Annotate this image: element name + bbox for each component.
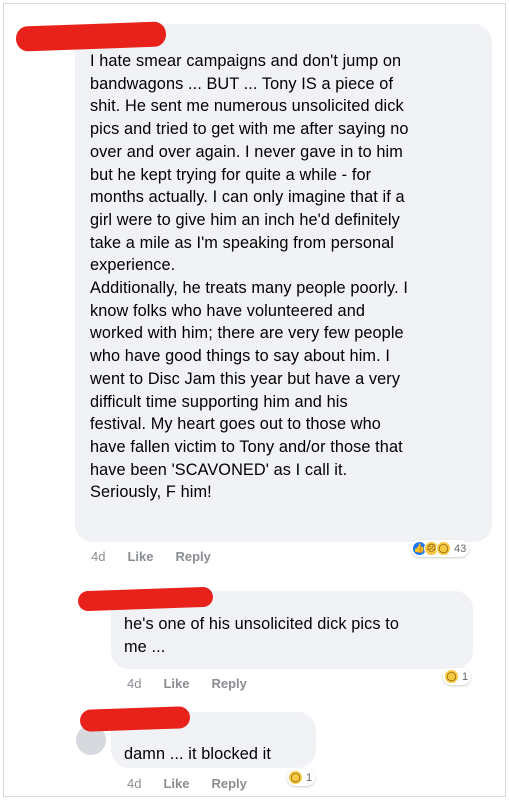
reaction-summary[interactable]: 👍 ☹ ◯ 43 bbox=[411, 540, 470, 557]
comment-actions: 4d Like Reply bbox=[127, 676, 247, 691]
comment-text: damn ... it blocked it bbox=[124, 745, 271, 763]
timestamp: 4d bbox=[127, 676, 142, 691]
redacted-name bbox=[15, 21, 167, 52]
like-button[interactable]: Like bbox=[127, 549, 153, 564]
timestamp: 4d bbox=[127, 776, 142, 791]
reaction-count: 1 bbox=[306, 771, 313, 784]
redacted-name bbox=[79, 706, 191, 732]
wow-reaction-icon: ◯ bbox=[444, 669, 459, 684]
comment-text: I hate smear campaigns and don't jump on… bbox=[90, 52, 409, 502]
wow-reaction-icon: ◯ bbox=[436, 541, 451, 556]
comment-text: he's one of his unsolicited dick pics to… bbox=[124, 615, 399, 656]
reply-button[interactable]: Reply bbox=[175, 549, 210, 564]
reply-button[interactable]: Reply bbox=[211, 676, 246, 691]
reaction-count: 1 bbox=[462, 670, 469, 683]
reaction-summary[interactable]: ◯ 1 bbox=[287, 769, 316, 786]
comment-actions: 4d Like Reply bbox=[91, 549, 211, 564]
timestamp: 4d bbox=[91, 549, 106, 564]
reaction-summary[interactable]: ◯ 1 bbox=[443, 668, 472, 685]
like-button[interactable]: Like bbox=[163, 676, 189, 691]
reply-button[interactable]: Reply bbox=[211, 776, 246, 791]
wow-reaction-icon: ◯ bbox=[288, 770, 303, 785]
reaction-count: 43 bbox=[454, 542, 467, 555]
like-button[interactable]: Like bbox=[163, 776, 189, 791]
comment-actions: 4d Like Reply bbox=[127, 776, 247, 791]
